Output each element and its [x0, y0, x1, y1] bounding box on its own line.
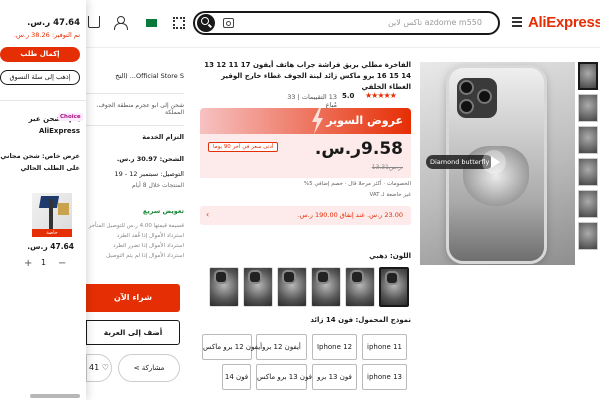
cart-total: 47.64 ر.س.: [27, 18, 80, 28]
search-icon[interactable]: [197, 14, 215, 32]
cart-icon[interactable]: [88, 16, 100, 28]
share-button[interactable]: ⋖ مشاركة: [118, 354, 180, 382]
rating-value: 5.0: [342, 92, 355, 100]
lightning-icon: [312, 108, 323, 134]
model-option[interactable]: فون 13 برو: [312, 364, 357, 390]
original-price: 13.31ر.س.: [371, 164, 403, 171]
aliexpress-logo[interactable]: AliExpress: [528, 14, 600, 31]
model-option[interactable]: iphone 11: [362, 334, 407, 360]
cart-item-tag: خاصة: [32, 229, 72, 237]
gallery-thumbnail[interactable]: [578, 190, 598, 218]
flag-icon[interactable]: [146, 19, 157, 27]
gallery-thumbnail[interactable]: [578, 158, 598, 186]
coupon-text: 23.00 ر.س. عند إنفاق 190.00 ر.س.: [297, 211, 403, 219]
divider: [0, 100, 86, 101]
chevron-left-icon: ‹: [206, 210, 210, 219]
color-swatch[interactable]: [277, 267, 307, 307]
refund-line: استرداد الأموال إذا لم يتم التوصيل: [106, 253, 184, 259]
tax-info: غير خاضعة لـ VAT: [369, 192, 411, 198]
cart-savings: تم التوفير: 38.26 ر.س.: [13, 31, 80, 39]
quantity-value: 1: [41, 258, 47, 267]
search-input[interactable]: azdome m550 تاكس لاين: [388, 18, 482, 27]
wishlist-button[interactable]: 41 ♡: [86, 354, 112, 382]
refund-line: استرداد الأموال إذا فُقد الطرد: [116, 233, 184, 239]
fast-refund-title: تعويض سريع: [142, 207, 184, 215]
store-name[interactable]: Official Store S... (التخ: [86, 72, 184, 80]
discount-info: الخصومات · أكثر مرحلا قال · خصم إضافي 5%: [303, 181, 411, 187]
choice-badge: Choice: [58, 113, 83, 121]
service-commitment: التزام الخدمة: [142, 133, 184, 141]
share-label: مشاركة: [141, 364, 165, 372]
color-swatch[interactable]: [345, 267, 375, 307]
gallery-thumbnail[interactable]: [578, 126, 598, 154]
model-option[interactable]: iphone 13: [362, 364, 407, 390]
lowest-price-badge: أدنى سعر في آخر 90 يوما: [208, 142, 279, 152]
coupon-bar[interactable]: 23.00 ر.س. عند إنفاق 190.00 ر.س. ‹: [200, 206, 411, 225]
model-option[interactable]: فون 13 برو ماكس: [256, 364, 312, 390]
mini-cart-panel: 47.64 ر.س. تم التوفير: 38.26 ر.س. إكمال …: [0, 0, 86, 400]
free-shipping-offer: عرض خاص: شحن مجاني على الطلب الحالي: [0, 152, 80, 172]
current-price: 9.58ر.س.: [314, 139, 403, 159]
search-bar[interactable]: azdome m550 تاكس لاين: [193, 11, 500, 35]
heart-icon: ♡: [99, 363, 109, 372]
share-icon: ⋖: [133, 364, 142, 372]
scrollbar[interactable]: [30, 394, 80, 398]
model-option[interactable]: أيفون 12 برو ماكس: [202, 334, 262, 360]
cart-item-image[interactable]: خاصة: [32, 193, 72, 237]
gallery-thumbnail[interactable]: [578, 62, 598, 90]
delivery-subtext: المنتجات خلال 8 أيام: [131, 182, 184, 189]
model-label: نموذج المحمول: فون 14 زائد: [310, 316, 411, 324]
gallery-thumbnail[interactable]: [578, 94, 598, 122]
product-main-image[interactable]: Diamond butterfly: [420, 62, 575, 265]
color-swatch[interactable]: [311, 267, 341, 307]
user-icon[interactable]: [114, 16, 128, 30]
color-swatch[interactable]: [243, 267, 273, 307]
shipped-by-brand: AliExpress: [38, 127, 80, 135]
refund-line: قسيمة قيمتها 4.00 ر.س للتوصيل المتأخر: [88, 223, 184, 229]
rating-stars-icon: ★★★★★: [365, 91, 397, 100]
ship-to-label: شحن إلى: [160, 102, 184, 109]
camera-module: [457, 78, 497, 118]
quantity-decrease-button[interactable]: −: [58, 258, 66, 269]
reviews-sold-count[interactable]: 13 التقييمات | 33 مُباع: [279, 93, 337, 109]
add-to-cart-button[interactable]: أضف إلى العربة: [86, 320, 180, 345]
quantity-increase-button[interactable]: +: [24, 258, 32, 269]
super-deals-banner: عروض السوبر: [200, 108, 411, 134]
delivery-date: التوصيل: سبتمبر 12 - 19: [114, 170, 184, 178]
color-swatch[interactable]: [209, 267, 239, 307]
price-box: 9.58ر.س. أدنى سعر في آخر 90 يوما 13.31ر.…: [200, 134, 411, 178]
model-option[interactable]: أيفون 12 برو: [256, 334, 307, 360]
divider: [86, 125, 184, 126]
model-option[interactable]: Iphone 12: [312, 334, 357, 360]
divider: [86, 93, 184, 94]
wishlist-count: 41: [89, 363, 100, 372]
qr-icon[interactable]: [173, 17, 185, 29]
color-swatch[interactable]: [379, 267, 409, 307]
super-deals-label: عروض السوبر: [326, 114, 403, 127]
checkout-button[interactable]: إكمال طلب: [0, 47, 80, 62]
shipping-fee: الشحن: 30.97 ر.س.: [116, 155, 184, 163]
model-option[interactable]: فون 14: [222, 364, 251, 390]
buy-now-button[interactable]: شراء الآن: [86, 284, 180, 312]
cart-item-price: 47.64 ر.س.: [27, 242, 74, 251]
ship-to[interactable]: شحن إلى ابو عجرم منطقة الجوف، المملكة: [86, 102, 184, 116]
product-title: الفاخرة مطلي بريق فراشة جراب هاتف أيفون …: [204, 61, 411, 91]
menu-icon[interactable]: [512, 17, 522, 27]
top-header: AliExpress azdome m550 تاكس لاين: [0, 0, 600, 48]
camera-icon[interactable]: [223, 18, 234, 28]
go-to-cart-button[interactable]: إذهب إلى سلة التسوق: [0, 70, 80, 85]
refund-list: قسيمة قيمتها 4.00 ر.س للتوصيل المتأخر اس…: [86, 221, 184, 261]
color-label: اللون: ذهبي: [369, 252, 411, 260]
play-icon[interactable]: [482, 150, 506, 174]
gallery-thumbnail[interactable]: [578, 222, 598, 250]
refund-line: استرداد الأموال إذا تضرر الطرد: [113, 243, 184, 249]
